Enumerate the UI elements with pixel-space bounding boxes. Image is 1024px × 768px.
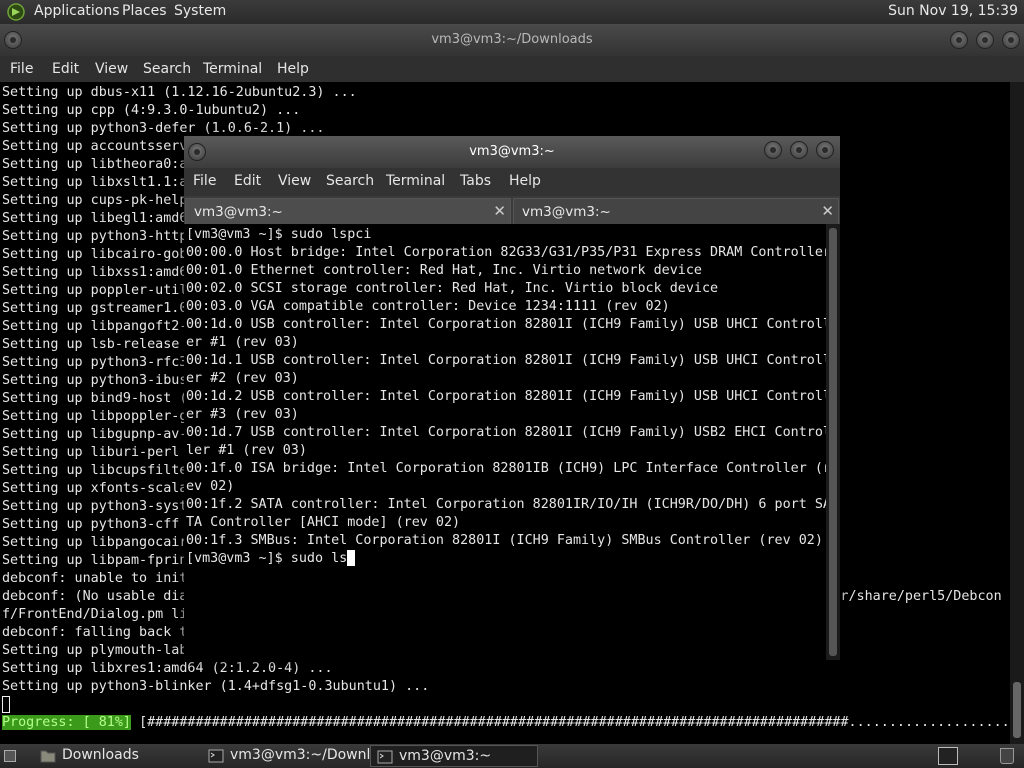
terminal-icon <box>208 749 224 763</box>
task-label: vm3@vm3:~/Downl... <box>230 747 384 763</box>
prompt-text: [vm3@vm3 ~]$ sudo ls <box>186 551 348 566</box>
terminal-cursor <box>347 550 356 566</box>
terminal-line: 00:1d.1 USB controller: Intel Corporatio… <box>186 353 826 368</box>
front-terminal-output[interactable]: [vm3@vm3 ~]$ sudo lspci 00:00.0 Host brid… <box>184 224 826 660</box>
tab-2[interactable]: vm3@vm3:~ ✕ <box>513 198 839 224</box>
terminal-line: TA Controller [AHCI mode] (rev 02) <box>186 515 461 530</box>
terminal-line: 00:1f.0 ISA bridge: Intel Corporation 82… <box>186 461 826 476</box>
tab-2-close-icon[interactable]: ✕ <box>821 202 834 220</box>
menu-search[interactable]: Search <box>143 61 191 77</box>
terminal-line: 00:1d.2 USB controller: Intel Corporatio… <box>186 389 826 404</box>
terminal-line: 00:02.0 SCSI storage controller: Red Hat… <box>186 281 719 296</box>
progress-label: Progress: [ 81%] <box>2 715 131 730</box>
terminal-line: 00:1f.2 SATA controller: Intel Corporati… <box>186 497 826 512</box>
terminal-line: Setting up cpp (4:9.3.0-1ubuntu2) ... <box>2 103 301 118</box>
gnome-foot-icon[interactable] <box>6 2 26 22</box>
terminal-line: er #3 (rev 03) <box>186 407 299 422</box>
front-window-title: vm3@vm3:~ <box>469 144 555 159</box>
task-label: Downloads <box>62 747 139 763</box>
menu-help[interactable]: Help <box>277 61 309 77</box>
maximize-button[interactable] <box>976 31 994 49</box>
terminal-line: ev 02) <box>186 479 235 494</box>
menu-terminal[interactable]: Terminal <box>203 61 262 77</box>
menu-view[interactable]: View <box>95 61 128 77</box>
close-button[interactable] <box>816 141 834 159</box>
trash-icon[interactable] <box>1000 748 1014 764</box>
menu-edit[interactable]: Edit <box>234 173 261 189</box>
task-label: vm3@vm3:~ <box>399 748 492 764</box>
menu-search[interactable]: Search <box>326 173 374 189</box>
terminal-line: Setting up dbus-x11 (1.12.16-2ubuntu2.3)… <box>2 85 357 100</box>
terminal-line: Setting up libxres1:amd64 (2:1.2.0-4) ..… <box>2 661 333 676</box>
terminal-line: er #2 (rev 03) <box>186 371 299 386</box>
workspace-switcher[interactable] <box>938 747 958 765</box>
progress-line: Progress: [ 81%] [######################… <box>2 714 1010 732</box>
tab-1-close-icon[interactable]: ✕ <box>493 202 506 220</box>
progress-bar: [#######################################… <box>139 715 1010 730</box>
terminal-cursor <box>2 696 1010 714</box>
back-window-titlebar[interactable]: vm3@vm3:~/Downloads <box>0 24 1024 56</box>
terminal-line: ler #1 (rev 03) <box>186 443 307 458</box>
bottom-taskbar: Downloads vm3@vm3:~/Downl... vm3@vm3:~ <box>0 744 1024 768</box>
menu-terminal[interactable]: Terminal <box>386 173 445 189</box>
task-terminal-home[interactable]: vm3@vm3:~ <box>370 745 538 767</box>
front-window-menubar: File Edit View Search Terminal Tabs Help <box>184 168 840 196</box>
terminal-icon <box>377 750 393 764</box>
folder-icon <box>40 750 56 763</box>
terminal-line: 00:01.0 Ethernet controller: Red Hat, In… <box>186 263 702 278</box>
front-scrollbar[interactable] <box>826 224 840 660</box>
minimize-button[interactable] <box>764 141 782 159</box>
terminal-line: [vm3@vm3 ~]$ sudo lspci <box>186 227 372 242</box>
scrollbar-thumb[interactable] <box>829 228 837 656</box>
top-panel: Applications Places System Sun Nov 19, 1… <box>0 0 1024 24</box>
menu-file[interactable]: File <box>193 173 216 189</box>
task-downloads[interactable]: Downloads <box>34 745 200 767</box>
menu-help[interactable]: Help <box>509 173 541 189</box>
places-menu[interactable]: Places <box>122 3 167 19</box>
menu-file[interactable]: File <box>10 61 33 77</box>
menu-edit[interactable]: Edit <box>52 61 79 77</box>
terminal-line: 00:1d.7 USB controller: Intel Corporatio… <box>186 425 826 440</box>
prompt-line: [vm3@vm3 ~]$ sudo ls <box>186 550 826 568</box>
task-terminal-downloads[interactable]: vm3@vm3:~/Downl... <box>202 745 384 767</box>
tab-1-label: vm3@vm3:~ <box>194 204 283 220</box>
tab-bar: vm3@vm3:~ ✕ vm3@vm3:~ ✕ <box>184 196 840 224</box>
show-desktop-icon[interactable] <box>4 750 16 762</box>
clock[interactable]: Sun Nov 19, 15:39 <box>888 3 1018 19</box>
minimize-button[interactable] <box>950 31 968 49</box>
system-menu[interactable]: System <box>174 3 226 19</box>
tab-1[interactable]: vm3@vm3:~ ✕ <box>185 198 511 224</box>
back-window-menubar: File Edit View Search Terminal Help <box>0 56 1024 82</box>
back-window-title: vm3@vm3:~/Downloads <box>431 32 593 47</box>
terminal-line: Setting up python3-blinker (1.4+dfsg1-0.… <box>2 679 430 694</box>
scrollbar-thumb[interactable] <box>1013 682 1021 738</box>
menu-tabs[interactable]: Tabs <box>460 173 491 189</box>
terminal-line: 00:1d.0 USB controller: Intel Corporatio… <box>186 317 826 332</box>
applications-menu[interactable]: Applications <box>34 3 120 19</box>
front-window-titlebar[interactable]: vm3@vm3:~ <box>184 136 840 168</box>
terminal-line: 00:00.0 Host bridge: Intel Corporation 8… <box>186 245 826 260</box>
front-terminal-window: vm3@vm3:~ File Edit View Search Terminal… <box>184 136 840 660</box>
terminal-line: 00:1f.3 SMBus: Intel Corporation 82801I … <box>186 533 823 548</box>
maximize-button[interactable] <box>790 141 808 159</box>
back-scrollbar[interactable] <box>1010 82 1024 744</box>
menu-view[interactable]: View <box>278 173 311 189</box>
tab-2-label: vm3@vm3:~ <box>522 204 611 220</box>
terminal-line: 00:03.0 VGA compatible controller: Devic… <box>186 299 670 314</box>
terminal-line: er #1 (rev 03) <box>186 335 299 350</box>
close-button[interactable] <box>1002 31 1020 49</box>
